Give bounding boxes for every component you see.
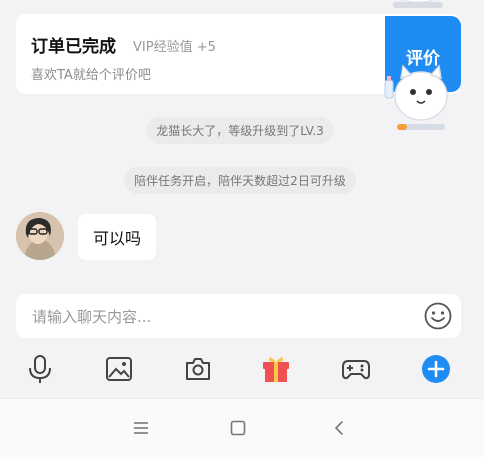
menu-nav-button[interactable]: [130, 417, 152, 439]
system-message-level-up: 龙猫长大了，等级升级到了LV.3: [146, 117, 334, 144]
camera-icon: [186, 358, 210, 380]
back-chevron-icon: [334, 421, 343, 435]
microphone-icon: [29, 355, 51, 383]
avatar[interactable]: [16, 212, 64, 260]
game-button[interactable]: [341, 354, 371, 384]
microphone-button[interactable]: [25, 354, 55, 384]
gamepad-icon: [342, 360, 370, 380]
avatar-photo-icon: [16, 212, 64, 260]
home-square-icon: [230, 420, 246, 436]
order-title: 订单已完成: [31, 37, 116, 57]
vip-exp-label: VIP经验值 +5: [133, 40, 216, 55]
mascot-cat-icon: [384, 64, 448, 130]
chat-input-bar: [16, 294, 461, 340]
chat-toolbar: [0, 346, 484, 392]
chat-bubble: 可以吗: [78, 214, 157, 260]
gift-icon: [263, 357, 289, 382]
emoji-icon[interactable]: [423, 301, 453, 331]
plus-button[interactable]: [421, 354, 451, 384]
camera-button[interactable]: [183, 354, 213, 384]
image-button[interactable]: [104, 354, 134, 384]
menu-icon: [134, 422, 148, 434]
system-message-task: 陪伴任务开启，陪伴天数超过2日可升级: [124, 167, 356, 194]
order-subtitle: 喜欢TA就给个评价吧: [31, 68, 151, 83]
back-nav-button[interactable]: [328, 417, 350, 439]
chat-input[interactable]: [30, 294, 394, 340]
system-nav-bar: [0, 398, 484, 457]
mascot-top-icon: [393, 0, 443, 8]
home-nav-button[interactable]: [227, 417, 249, 439]
image-icon: [106, 357, 132, 381]
plus-icon: [422, 355, 450, 383]
gift-button[interactable]: [261, 354, 291, 384]
chat-message-text: 可以吗: [93, 229, 142, 248]
